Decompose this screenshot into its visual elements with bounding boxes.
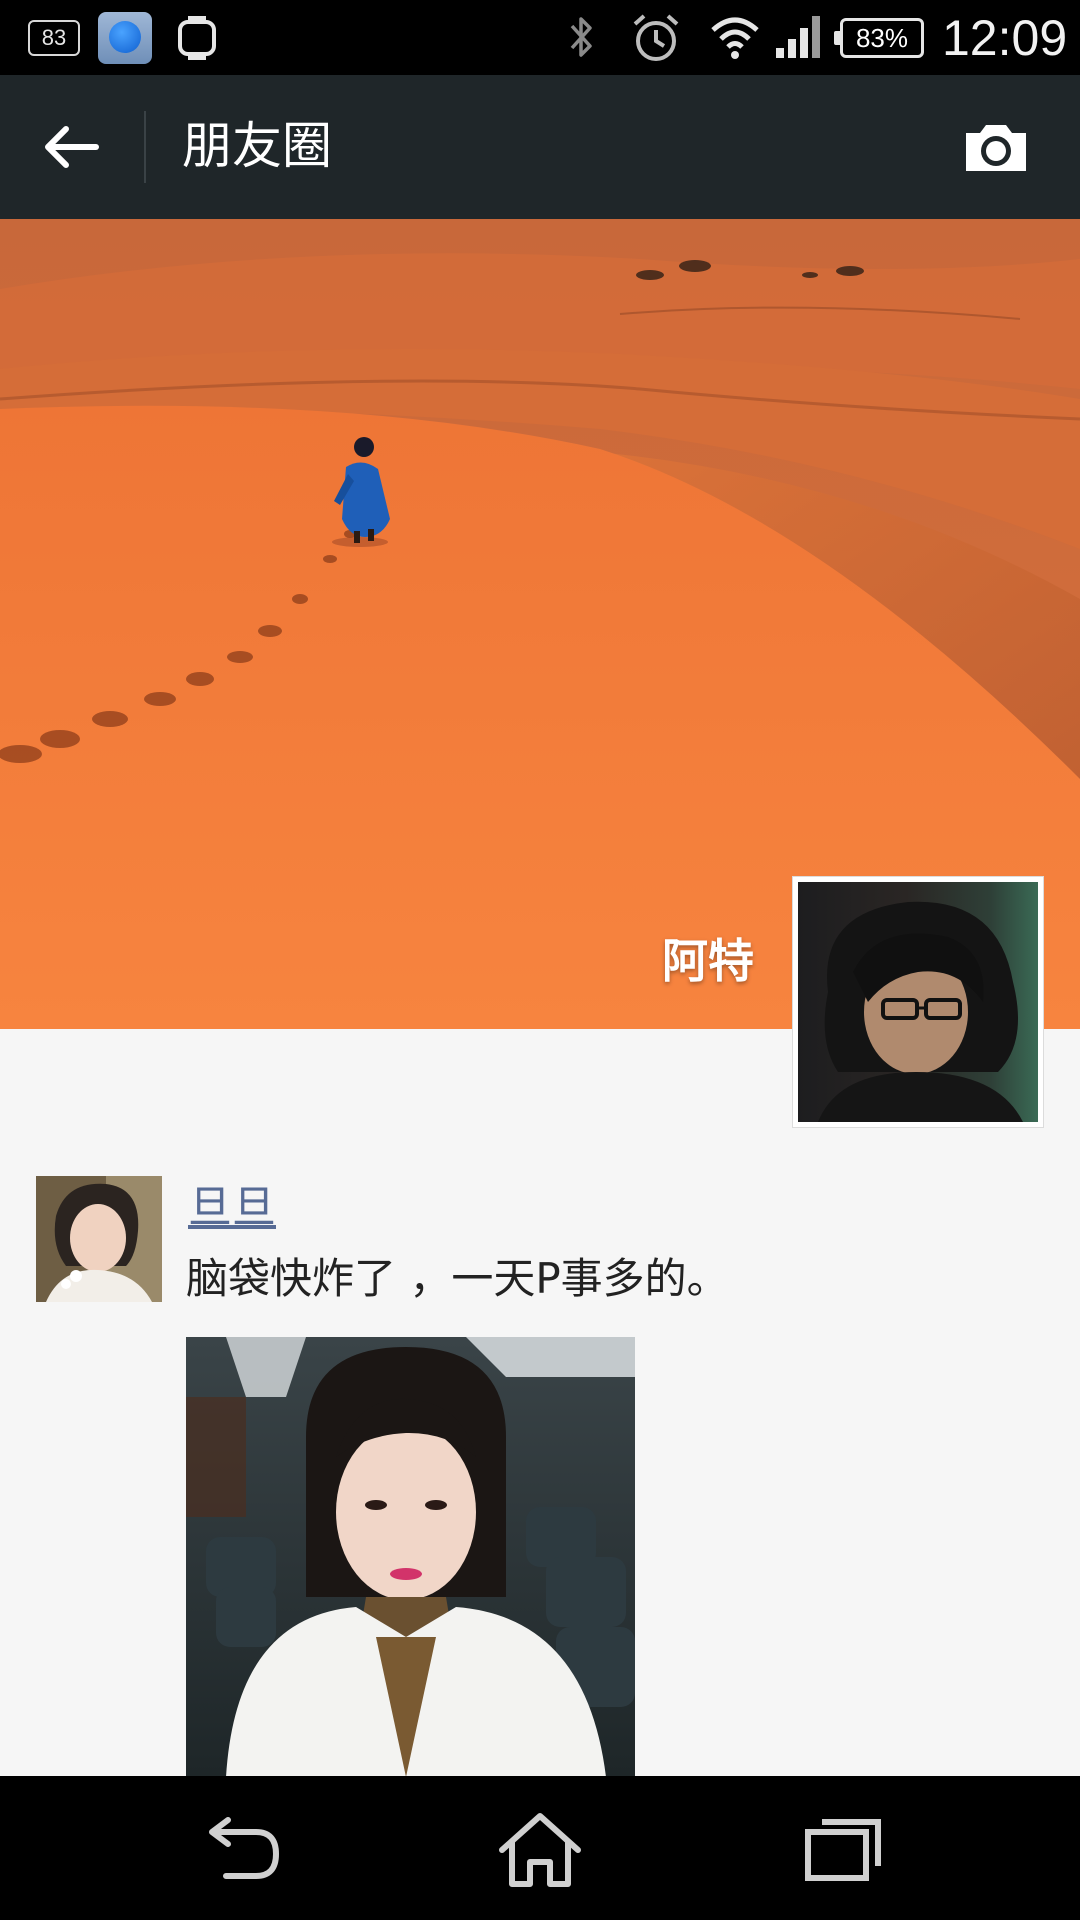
post-author-avatar[interactable]: [36, 1176, 162, 1302]
arrow-left-icon: [45, 126, 99, 168]
clock: 12:09: [942, 10, 1068, 66]
status-bar: 83 83% 12:09: [0, 0, 1080, 75]
profile-portrait: [818, 901, 1023, 1122]
alarm-icon: [633, 14, 679, 61]
home-nav-icon[interactable]: [490, 1810, 590, 1890]
camera-button[interactable]: [960, 115, 1032, 179]
notification-count: 83: [41, 25, 67, 50]
profile-avatar-photo: [798, 882, 1038, 1122]
smartwatch-icon: [178, 16, 216, 60]
bluetooth-icon: [570, 17, 592, 57]
app-bar: 朋友圈: [0, 75, 1080, 219]
post-image[interactable]: [186, 1337, 635, 1777]
recent-apps-icon[interactable]: [792, 1810, 892, 1890]
app-bar-divider: [144, 111, 146, 183]
app-icon: [98, 12, 152, 64]
signal-icon: [776, 16, 820, 58]
profile-avatar[interactable]: [792, 876, 1044, 1128]
back-button[interactable]: [36, 115, 108, 179]
back-nav-icon[interactable]: [192, 1810, 292, 1890]
camera-icon: [966, 125, 1026, 171]
battery-percent: 83%: [855, 23, 909, 53]
navigation-bar: [0, 1776, 1080, 1920]
wifi-icon: [711, 17, 759, 59]
post-author-portrait: [36, 1176, 162, 1302]
post-author-name[interactable]: 旦旦: [188, 1180, 276, 1236]
post-text: 脑袋快炸了 ，一天P事多的。: [186, 1254, 729, 1303]
battery-icon: 83%: [834, 18, 924, 58]
notification-count-icon: 83: [28, 20, 80, 56]
post-photo: [186, 1337, 635, 1777]
page-title: 朋友圈: [182, 117, 332, 175]
cover-user-name: 阿特: [662, 934, 754, 988]
